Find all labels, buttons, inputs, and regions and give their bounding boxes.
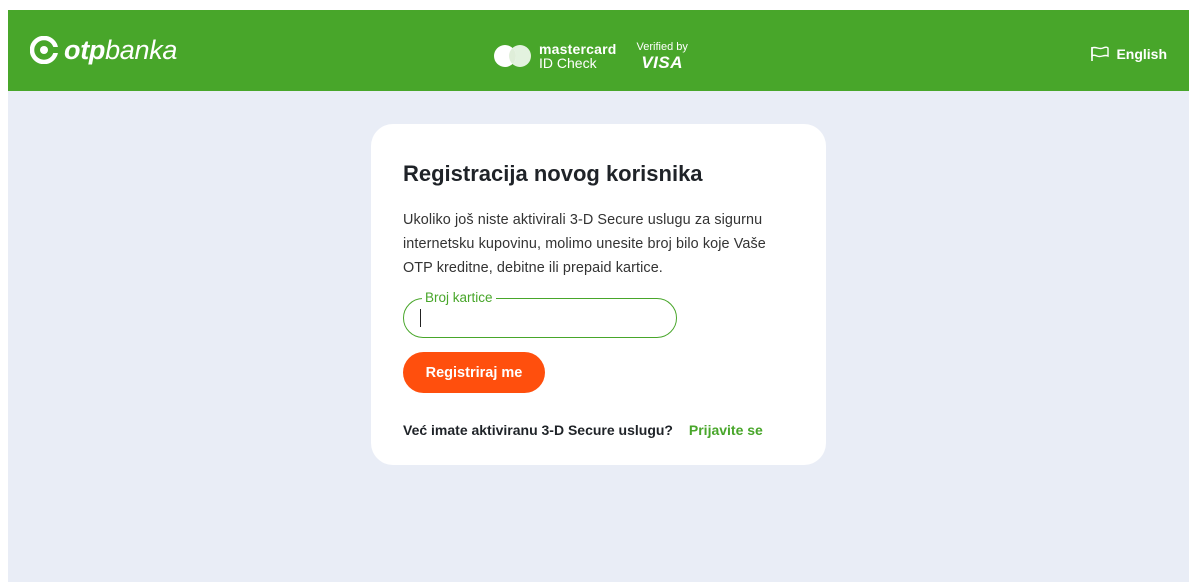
logo-text-rest: banka [105,35,178,65]
visa-verified-text: Verified by [636,40,688,53]
instructions-text: Ukoliko još niste aktivirali 3-D Secure … [403,212,766,276]
card-number-label: Broj kartice [422,289,496,307]
mastercard-sub: ID Check [539,55,597,71]
card-number-field[interactable]: Broj kartice [403,289,677,338]
mastercard-icon [494,45,531,67]
visa-wordmark: VISA [641,52,684,72]
verified-by-visa: Verified by VISA [637,41,688,72]
login-question: Već imate aktiviranu 3-D Secure uslugu? [403,422,673,438]
logo-text-bold: otp [64,35,106,65]
flag-icon [1091,46,1110,61]
card-scheme-logos: mastercard ID Check Verified by VISA [493,38,688,74]
register-button[interactable]: Registriraj me [403,352,545,393]
language-switcher[interactable]: English [1090,46,1167,62]
otp-logo[interactable]: otpbanka [30,34,177,66]
login-prompt: Već imate aktiviranu 3-D Secure uslugu? … [403,422,763,438]
text-cursor [420,309,421,327]
registration-card: Registracija novog korisnika Ukoliko još… [371,124,826,465]
mastercard-id-check: mastercard ID Check [539,42,617,70]
language-label: English [1116,46,1167,62]
card-number-input[interactable] [418,309,658,329]
otp-logo-icon [30,36,58,64]
logo-text: otpbanka [64,34,177,66]
login-link[interactable]: Prijavite se [689,422,763,438]
top-bar: otpbanka mastercard ID Check Verified by… [8,10,1189,91]
mastercard-name: mastercard [539,41,617,57]
page-title: Registracija novog korisnika [403,161,703,186]
page-background: otpbanka mastercard ID Check Verified by… [8,10,1189,582]
